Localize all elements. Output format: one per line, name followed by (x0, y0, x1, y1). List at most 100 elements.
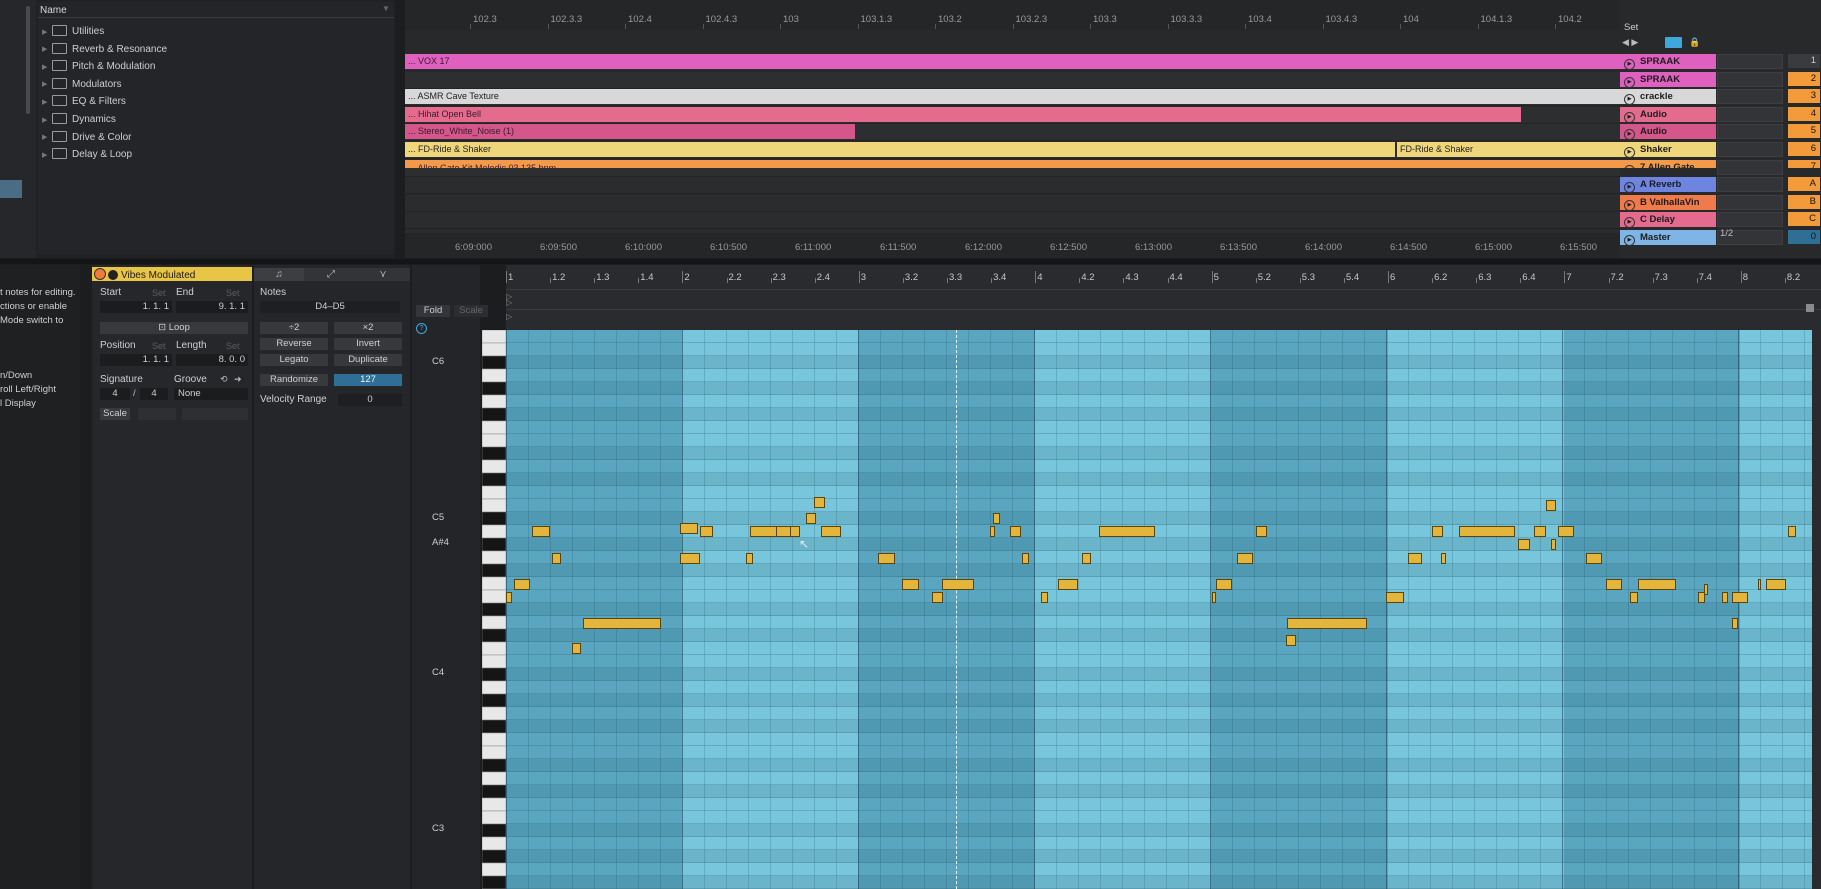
midi-note[interactable] (814, 497, 825, 508)
browser-scrollbar[interactable] (26, 6, 30, 114)
white-key[interactable] (482, 836, 506, 851)
scale-highlight-button[interactable]: Scale (454, 305, 488, 317)
midi-note[interactable] (1722, 592, 1728, 603)
midi-note[interactable] (1286, 635, 1296, 646)
midi-note[interactable] (1041, 592, 1048, 603)
groove-field[interactable]: None (174, 388, 248, 400)
signature-numerator[interactable]: 4 (100, 388, 130, 400)
track-play-icon[interactable]: ▶ (1624, 129, 1635, 140)
white-key[interactable] (482, 368, 506, 383)
track-header[interactable]: ▶ Audio (1620, 107, 1716, 123)
browser-item[interactable]: ▶ Modulators (42, 77, 121, 95)
reverse-button[interactable]: Reverse (260, 338, 328, 350)
track-header[interactable]: ▶ SPRAAK (1620, 54, 1716, 70)
midi-note[interactable] (1586, 553, 1602, 564)
browser-selected-category[interactable] (0, 180, 22, 198)
clip[interactable]: FD-Ride & Shaker (1397, 142, 1620, 157)
note-grid[interactable]: ↖ (506, 330, 1812, 889)
midi-note[interactable] (1551, 539, 1556, 550)
track-lane[interactable]: ... VOX 17 (405, 54, 1620, 71)
start-marker-icon[interactable]: ▷ (506, 298, 512, 307)
midi-note[interactable] (990, 526, 995, 537)
track-lane[interactable] (405, 195, 1620, 212)
white-key[interactable] (482, 498, 506, 513)
track-lane[interactable] (405, 177, 1620, 194)
track-mixer-slot[interactable] (1717, 54, 1783, 69)
expand-arrow-icon[interactable]: ▶ (42, 28, 50, 36)
duplicate-button[interactable]: Duplicate (334, 354, 402, 366)
white-key[interactable] (482, 342, 506, 357)
midi-note[interactable] (1099, 526, 1155, 537)
midi-note[interactable] (821, 526, 841, 537)
track-number[interactable]: 3 (1788, 89, 1820, 103)
track-lane[interactable]: ... FD-Ride & Shaker FD-Ride & Shaker (405, 142, 1620, 159)
scale-name-dropdown[interactable] (182, 408, 248, 420)
double-time-button[interactable]: ×2 (334, 322, 402, 334)
track-header[interactable]: ▶ 7 Allen Gate (1620, 160, 1716, 168)
track-header[interactable]: ▶ crackle (1620, 89, 1716, 105)
midi-note[interactable] (583, 618, 661, 629)
length-set-button[interactable]: Set (226, 341, 240, 351)
master-extra[interactable]: 1/2 (1720, 228, 1733, 239)
black-key[interactable] (482, 823, 506, 838)
panel-divider[interactable] (0, 259, 1821, 264)
track-number[interactable]: 1 (1788, 54, 1820, 68)
track-number[interactable]: 4 (1788, 107, 1820, 121)
midi-note[interactable] (506, 592, 512, 603)
black-key[interactable] (482, 667, 506, 682)
position-field[interactable]: 1. 1. 1 (100, 354, 172, 366)
track-lane[interactable] (405, 212, 1620, 229)
roll-scrollbar[interactable] (1812, 330, 1821, 889)
midi-note[interactable] (1534, 526, 1546, 537)
midi-note[interactable] (1630, 592, 1638, 603)
browser-item[interactable]: ▶ Dynamics (42, 113, 116, 130)
black-key[interactable] (482, 446, 506, 461)
track-mixer-slot[interactable] (1717, 124, 1783, 139)
black-key[interactable] (482, 355, 506, 370)
clip-activator-icon[interactable] (94, 268, 106, 280)
black-key[interactable] (482, 381, 506, 396)
preview-icon[interactable]: ? (416, 323, 427, 334)
track-number[interactable]: B (1788, 195, 1820, 209)
midi-note[interactable] (878, 553, 895, 564)
lock-icon[interactable]: 🔒 (1689, 37, 1705, 48)
midi-note[interactable] (1766, 579, 1786, 590)
midi-note[interactable] (746, 553, 753, 564)
white-key[interactable] (482, 745, 506, 760)
sort-icon[interactable]: ▼ (382, 4, 390, 13)
midi-note[interactable] (1432, 526, 1443, 537)
expand-arrow-icon[interactable]: ▶ (42, 63, 50, 71)
track-mixer-slot[interactable] (1717, 212, 1783, 227)
white-key[interactable] (482, 810, 506, 825)
track-play-icon[interactable]: ▶ (1624, 182, 1635, 193)
randomize-button[interactable]: Randomize (260, 374, 328, 386)
white-key[interactable] (482, 420, 506, 435)
white-key[interactable] (482, 394, 506, 409)
clip-color-icon[interactable] (108, 270, 118, 280)
midi-note[interactable] (1256, 526, 1267, 537)
midi-note[interactable] (1082, 553, 1091, 564)
end-field[interactable]: 9. 1. 1 (176, 301, 248, 313)
white-key[interactable] (482, 589, 506, 604)
nav-arrows-icon[interactable]: ◀ ▶ (1622, 37, 1638, 48)
midi-note[interactable] (1441, 553, 1446, 564)
randomize-amount-field[interactable]: 127 (334, 374, 402, 386)
track-header[interactable]: ▶ A Reverb (1620, 177, 1716, 193)
black-key[interactable] (482, 875, 506, 889)
midi-note[interactable] (1022, 553, 1029, 564)
end-set-button[interactable]: Set (226, 288, 240, 298)
midi-note[interactable] (1459, 526, 1515, 537)
black-key[interactable] (482, 784, 506, 799)
legato-button[interactable]: Legato (260, 354, 328, 366)
draw-mode-icon[interactable] (1665, 37, 1682, 48)
track-lane[interactable] (405, 72, 1620, 89)
expand-arrow-icon[interactable]: ▶ (42, 80, 50, 88)
clip[interactable]: ... ASMR Cave Texture (405, 89, 1620, 104)
midi-note[interactable] (680, 523, 698, 534)
set-label[interactable]: Set (1624, 22, 1638, 33)
midi-note[interactable] (532, 526, 550, 537)
track-mixer-slot[interactable] (1717, 142, 1783, 157)
midi-note[interactable] (680, 553, 700, 564)
midi-note[interactable] (1287, 618, 1367, 629)
scale-root-dropdown[interactable] (138, 408, 176, 420)
